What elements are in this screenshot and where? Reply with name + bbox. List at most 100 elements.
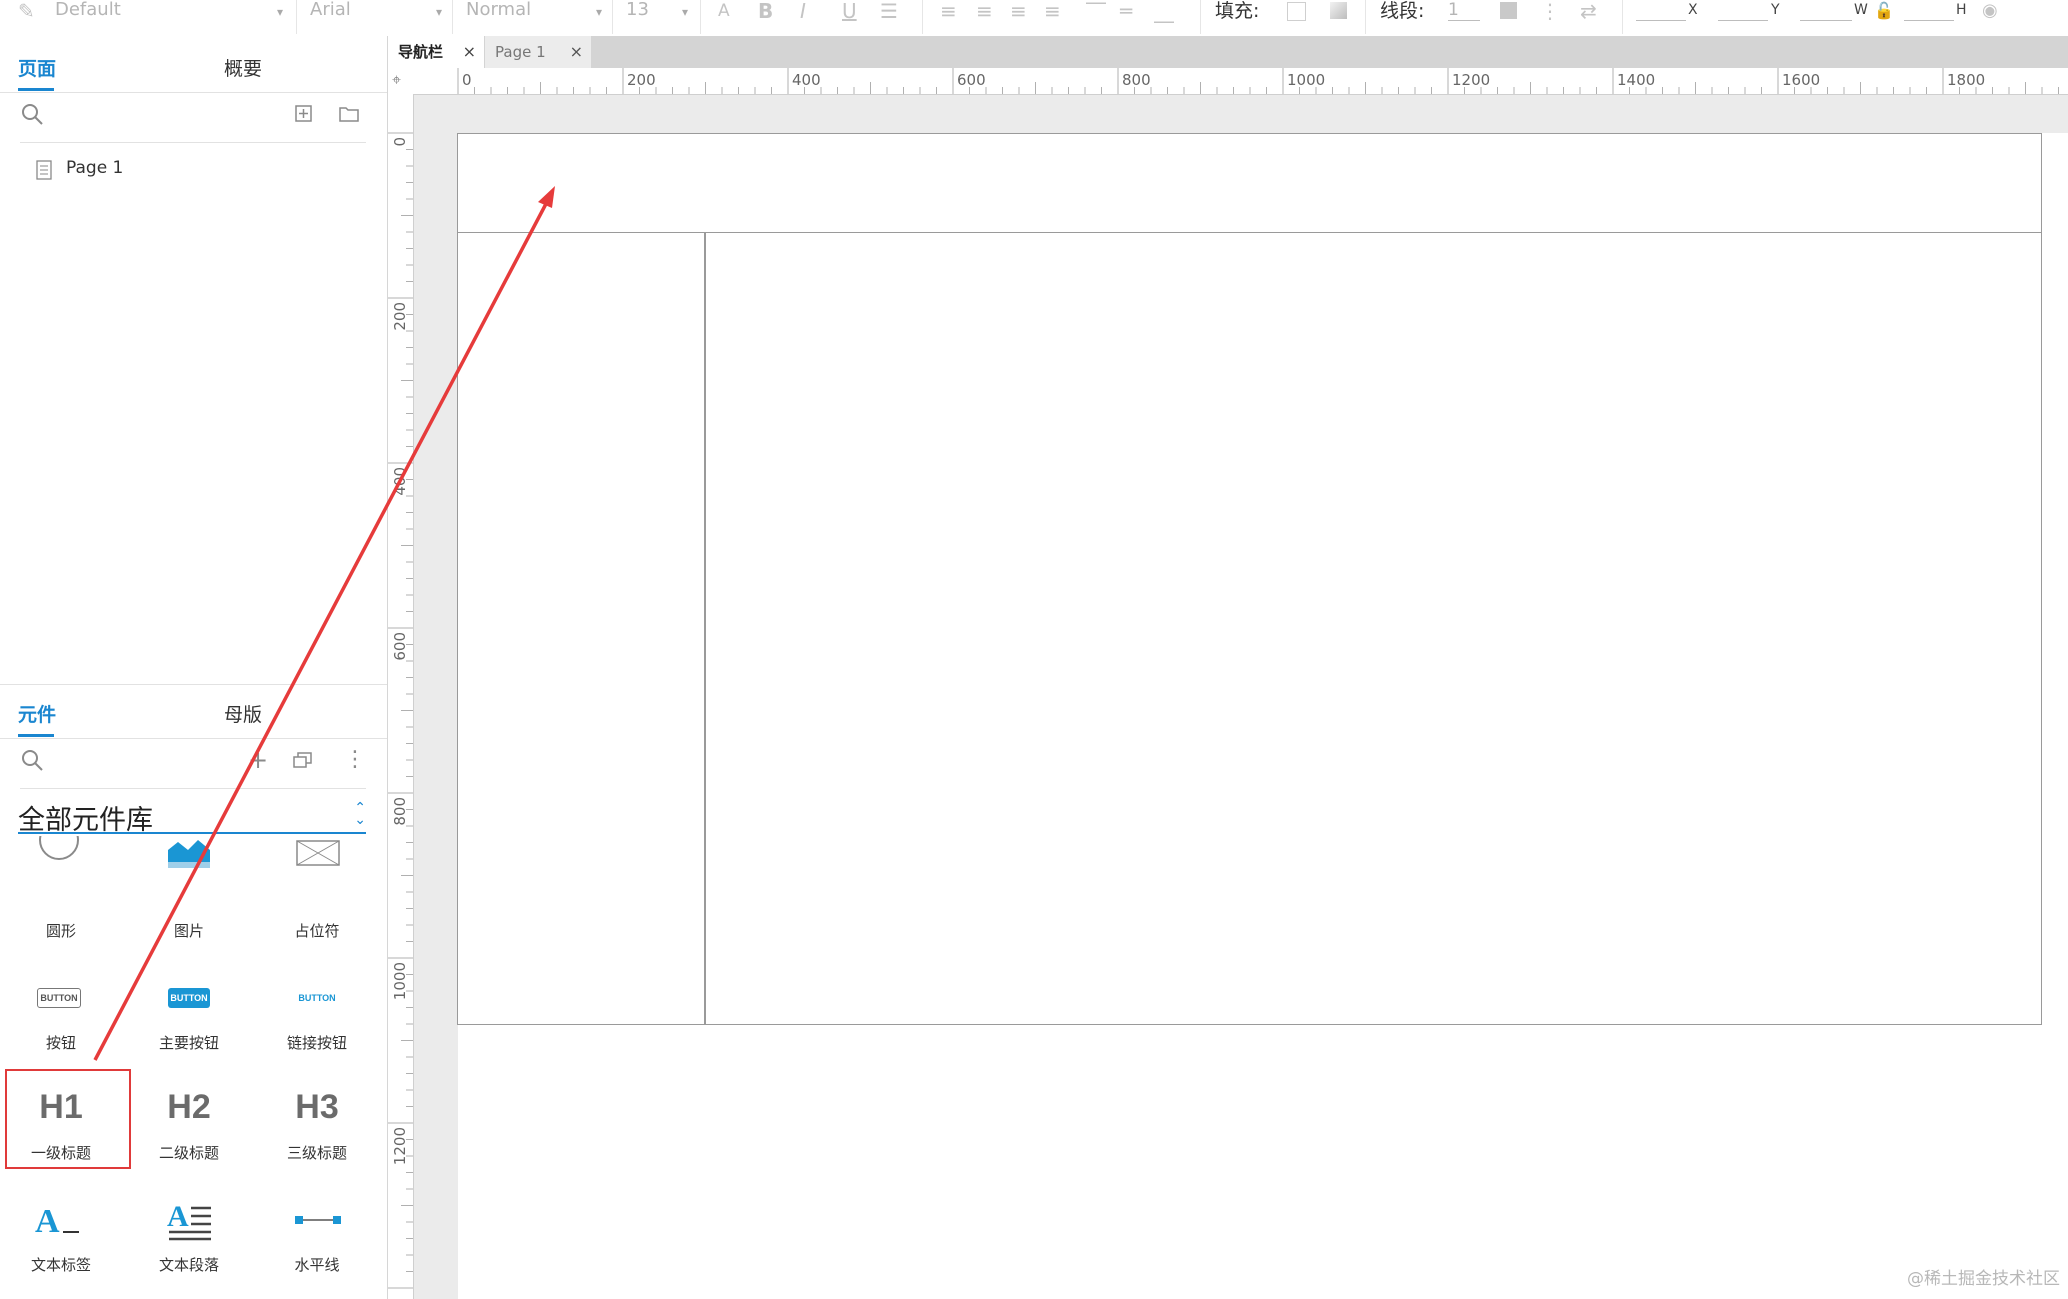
crosshair-icon[interactable]: ⌖ [392, 70, 401, 90]
widget-grid: 圆形 图片 占位符 BUTTON 按钮 BUTTON 主要按钮 BUTTON 链… [0, 836, 387, 1299]
style-dropdown[interactable]: Default ▾ [55, 0, 283, 20]
fill-color-swatch[interactable] [1287, 2, 1306, 21]
circle-icon [39, 836, 79, 860]
font-size-dropdown-value: 13 [626, 0, 649, 20]
stroke-color-swatch[interactable] [1500, 2, 1517, 19]
add-page-icon[interactable] [294, 104, 314, 129]
chevron-down-icon: ▾ [681, 5, 688, 19]
search-icon[interactable] [20, 102, 44, 131]
library-copy-icon[interactable] [292, 750, 314, 775]
lock-icon[interactable]: 🔓 [1874, 0, 1894, 22]
ruler-label: 1200 [1452, 71, 1491, 89]
horizontal-line-icon [295, 1216, 341, 1224]
widget-label: 按钮 [45, 1034, 76, 1052]
canvas-margin-left [414, 95, 458, 1299]
divider [700, 0, 701, 34]
divider [1200, 0, 1201, 34]
library-select[interactable]: 全部元件库 ⌃ ⌄ [18, 798, 366, 836]
align-left-icon[interactable]: ≡ [940, 0, 957, 22]
library-select-value: 全部元件库 [18, 805, 153, 836]
close-icon[interactable]: × [570, 36, 583, 68]
link-button-icon: BUTTON [298, 993, 336, 1003]
y-input[interactable] [1718, 20, 1768, 21]
widget-horizontal-line[interactable]: 水平线 [253, 1200, 381, 1296]
widget-label: 文本标签 [30, 1256, 91, 1274]
widget-h2[interactable]: H2 二级标题 [125, 1088, 253, 1184]
document-tab-bar: 导航栏 × Page 1 × [388, 36, 2068, 68]
widget-button[interactable]: BUTTON 按钮 [0, 976, 125, 1072]
widget-image[interactable]: 图片 [125, 836, 253, 940]
stroke-pattern-icon[interactable]: ⋮ [1540, 0, 1560, 22]
doc-tab-page1[interactable]: Page 1 × [485, 36, 591, 68]
w-label: W [1854, 2, 1868, 18]
x-input[interactable] [1636, 20, 1686, 21]
font-color-icon[interactable]: A [718, 0, 730, 22]
text-label-icon: A [35, 1203, 79, 1238]
h-input[interactable] [1904, 20, 1954, 21]
widget-placeholder[interactable]: 占位符 [253, 836, 381, 940]
style-edit-icon[interactable]: ✎ [18, 0, 35, 22]
page-list-item-label: Page 1 [66, 158, 124, 178]
bullet-list-icon[interactable]: ☰ [880, 0, 898, 22]
tab-masters[interactable]: 母版 [224, 700, 262, 730]
tab-pages-underline [18, 88, 54, 91]
divider [922, 0, 923, 34]
align-justify-icon[interactable]: ≡ [1044, 0, 1061, 22]
stroke-width-input[interactable]: 1 [1448, 0, 1480, 20]
widget-label: 二级标题 [158, 1144, 219, 1162]
ruler-label: 1000 [391, 962, 409, 1001]
widget-circle[interactable]: 圆形 [0, 836, 125, 940]
tab-widgets[interactable]: 元件 [18, 700, 56, 730]
widget-label: 三级标题 [286, 1144, 347, 1162]
doc-tab-navbar[interactable]: 导航栏 × [388, 36, 484, 68]
vertical-ruler-labels: 0 200 400 600 800 1000 1200 [388, 94, 413, 1299]
tab-outline[interactable]: 概要 [224, 54, 262, 84]
font-dropdown[interactable]: Arial ▾ [310, 0, 442, 20]
fill-label: 填充: [1215, 0, 1260, 22]
font-weight-dropdown[interactable]: Normal ▾ [466, 0, 602, 20]
underline-icon[interactable]: U [842, 0, 857, 22]
widget-text-label[interactable]: A 文本标签 [0, 1200, 125, 1296]
divider [0, 684, 387, 685]
toolbar: ✎ Default ▾ Arial ▾ Normal ▾ 13 ▾ A B I … [0, 0, 2068, 37]
add-folder-icon[interactable] [338, 104, 360, 129]
search-icon[interactable] [20, 748, 44, 777]
ruler-label: 400 [391, 467, 409, 496]
add-library-icon[interactable]: + [248, 748, 268, 772]
font-size-dropdown[interactable]: 13 ▾ [626, 0, 688, 20]
ruler-label: 1400 [1617, 71, 1656, 89]
ruler-label: 1200 [391, 1127, 409, 1166]
align-top-icon[interactable]: ⎺ [1086, 0, 1106, 22]
align-bottom-icon[interactable]: ⎽ [1154, 0, 1174, 22]
page-file-icon [36, 160, 52, 184]
navbar-rectangle[interactable] [457, 133, 2042, 233]
widget-primary-button[interactable]: BUTTON 主要按钮 [125, 976, 253, 1072]
widget-h3[interactable]: H3 三级标题 [253, 1088, 381, 1184]
widget-label: 占位符 [294, 922, 340, 940]
align-center-icon[interactable]: ≡ [976, 0, 993, 22]
divider [20, 788, 366, 789]
tab-pages[interactable]: 页面 [18, 54, 56, 84]
sidebar-divider-line[interactable] [704, 233, 706, 1024]
w-input[interactable] [1800, 20, 1852, 21]
fill-gradient-swatch[interactable] [1330, 2, 1347, 19]
h3-icon: H3 [295, 1088, 339, 1126]
close-icon[interactable]: × [463, 36, 476, 68]
more-options-icon[interactable]: ⋮ [344, 748, 366, 772]
italic-icon[interactable]: I [800, 0, 806, 22]
h2-icon: H2 [167, 1088, 211, 1126]
button-icon: BUTTON [37, 988, 81, 1008]
widget-text-paragraph[interactable]: A 文本段落 [125, 1200, 253, 1296]
left-panel: 页面 概要 Page 1 元件 母版 + ⋮ 全部元件库 ⌃ ⌄ 圆形 图片 占… [0, 36, 388, 1299]
visibility-eye-icon[interactable]: ◉ [1982, 0, 1998, 22]
arrow-style-icon[interactable]: ⇄ [1580, 0, 1597, 22]
divider [296, 0, 297, 34]
content-rectangle[interactable] [457, 232, 2042, 1025]
ruler-label: 200 [391, 302, 409, 331]
align-middle-icon[interactable]: ═ [1120, 0, 1132, 22]
chevron-down-icon: ▾ [595, 5, 602, 19]
bold-icon[interactable]: B [758, 0, 773, 22]
divider [452, 0, 453, 34]
align-right-icon[interactable]: ≡ [1010, 0, 1027, 22]
widget-link-button[interactable]: BUTTON 链接按钮 [253, 976, 381, 1072]
